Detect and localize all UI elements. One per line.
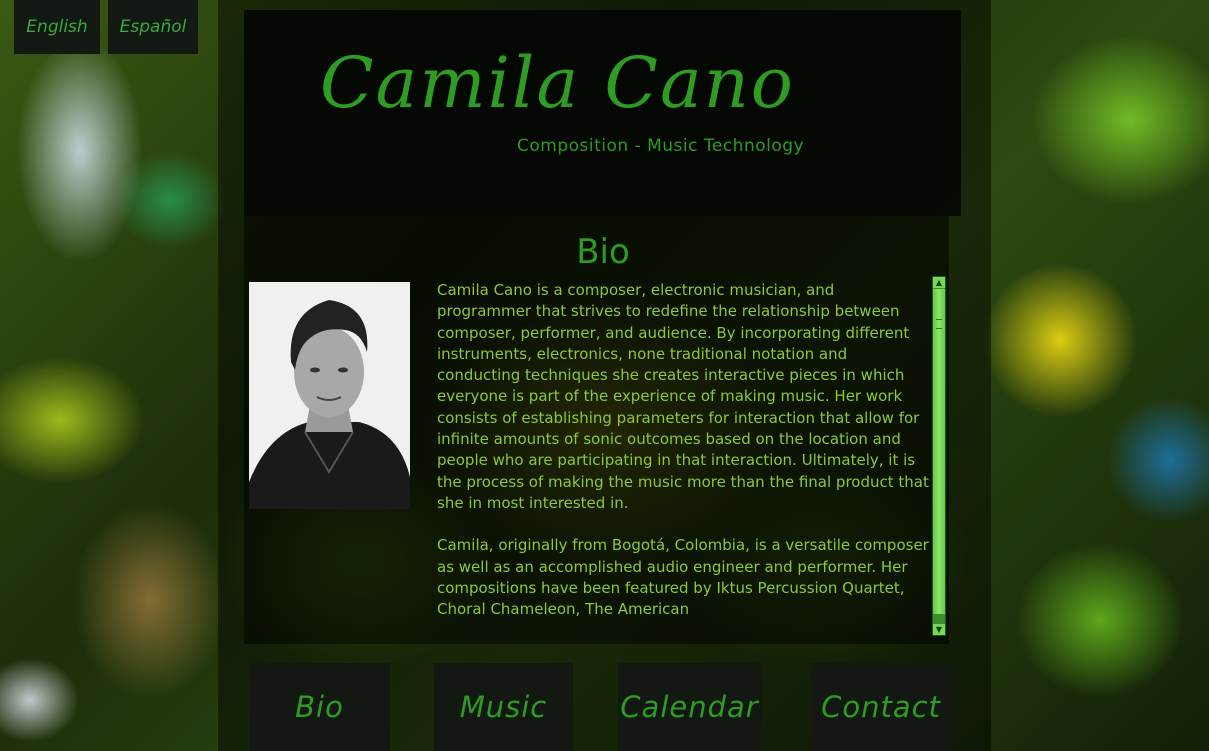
grip-icon	[936, 319, 942, 329]
language-spanish-button[interactable]: Español	[108, 0, 198, 54]
site-subtitle: Composition - Music Technology	[517, 136, 805, 156]
nav-contact-button[interactable]: Contact	[811, 663, 951, 751]
bio-heading: Bio	[576, 232, 630, 272]
nav-bio-button[interactable]: Bio	[249, 663, 390, 751]
site-title: Camila Cano	[320, 42, 795, 124]
triangle-up-icon[interactable]: ▲	[933, 277, 945, 288]
nav-music-button[interactable]: Music	[434, 663, 573, 751]
bio-text: Camila Cano is a composer, electronic mu…	[437, 280, 929, 620]
triangle-down-icon[interactable]: ▼	[933, 624, 945, 635]
scrollbar-thumb[interactable]	[933, 289, 945, 614]
bio-paragraph-2: Camila, originally from Bogotá, Colombia…	[437, 536, 929, 619]
bio-paragraph-1: Camila Cano is a composer, electronic mu…	[437, 281, 929, 512]
nav-calendar-button[interactable]: Calendar	[618, 663, 761, 751]
portrait-photo	[249, 282, 410, 509]
bio-scrollbar[interactable]: ▲ ▼	[932, 276, 946, 636]
language-english-button[interactable]: English	[14, 0, 100, 54]
